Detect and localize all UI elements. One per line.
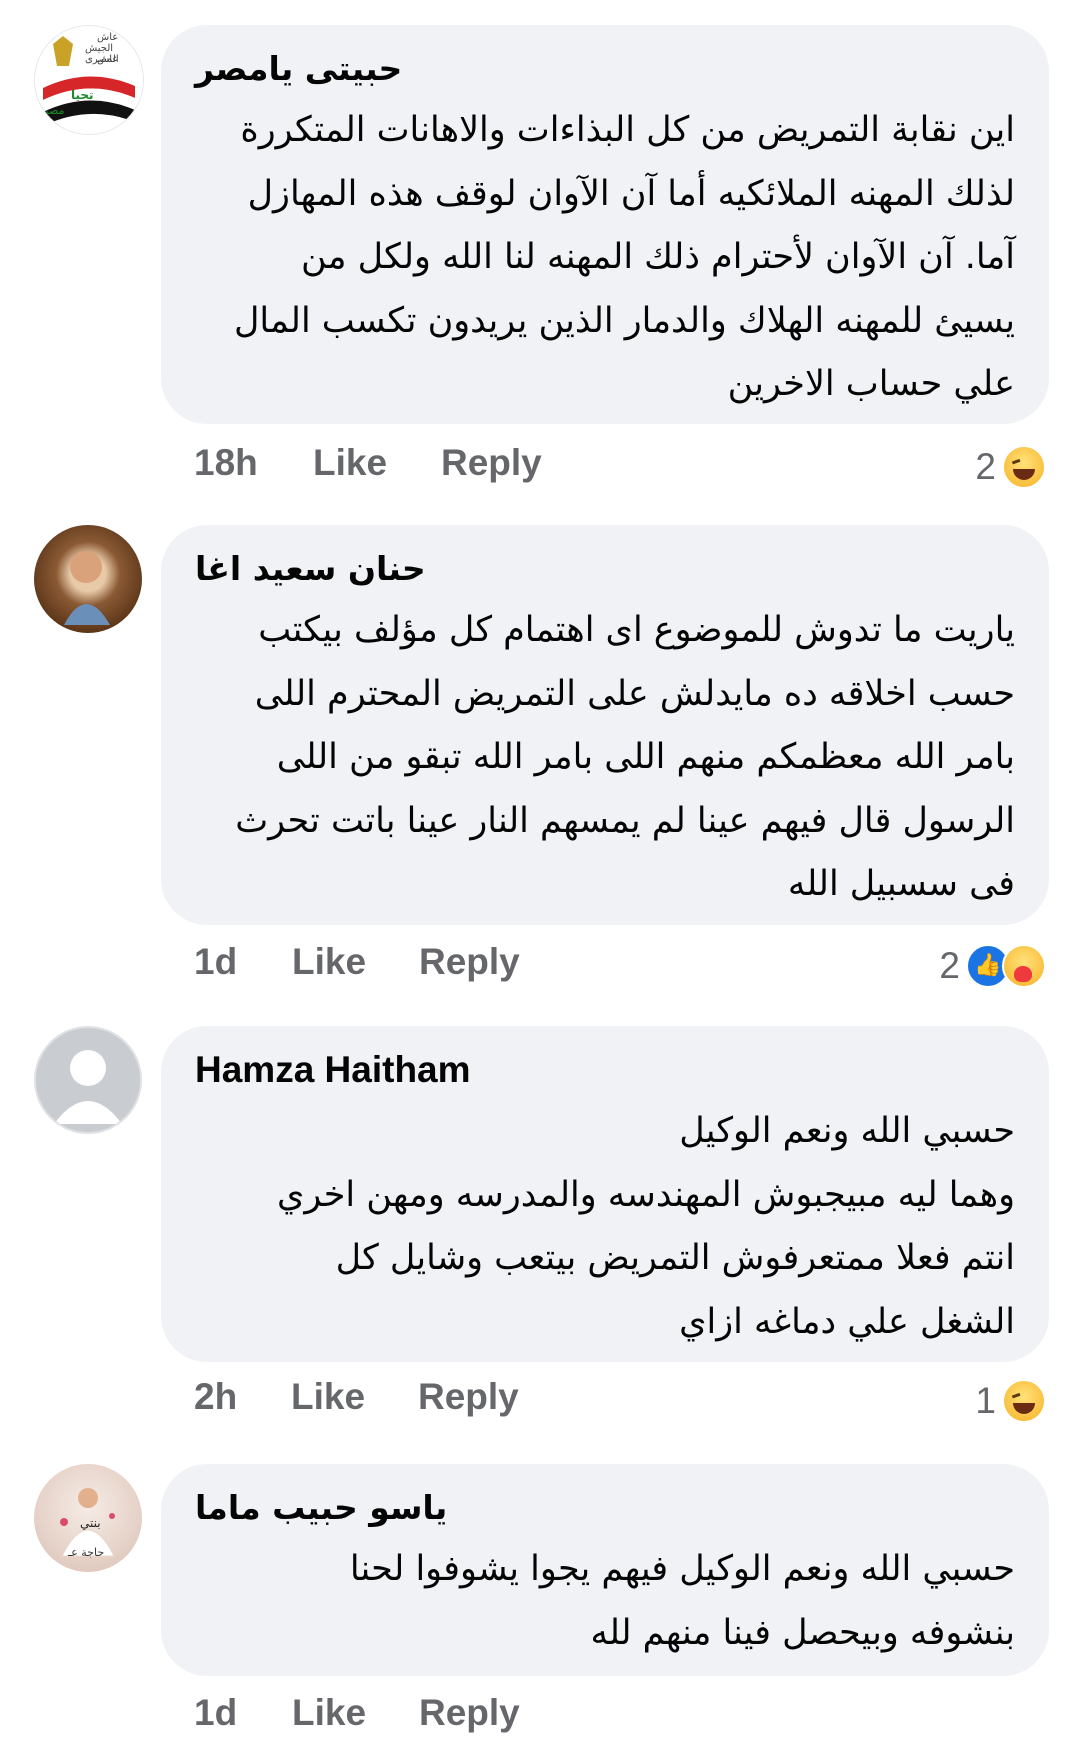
avatar[interactable] — [34, 525, 142, 633]
avatar-caption: تحيا — [71, 88, 94, 102]
comment-text: حسبي الله ونعم الوكيل فيهم يجوا يشوفوا ل… — [195, 1538, 1015, 1665]
comment-bubble: ياسو حبيب ماما حسبي الله ونعم الوكيل فيه… — [161, 1464, 1049, 1676]
haha-reaction-icon — [1002, 445, 1046, 489]
avatar-caption: حاجة عـ — [68, 1546, 105, 1559]
comment-line: فى سسبيل الله — [787, 864, 1015, 904]
comment-line: اين نقابة التمريض من كل البذاءات والاهان… — [240, 110, 1015, 150]
like-button[interactable]: Like — [292, 941, 366, 983]
reactions-summary[interactable]: 2 — [975, 442, 1046, 492]
reply-button[interactable]: Reply — [419, 1692, 520, 1734]
reply-button[interactable]: Reply — [418, 1376, 519, 1418]
like-button[interactable]: Like — [292, 1692, 366, 1734]
comment-line: وهما ليه مبيجبوش المهندسه والمدرسه ومهن … — [277, 1174, 1015, 1215]
comment-line: حسبي الله ونعم الوكيل فيهم يجوا يشوفوا ل… — [349, 1549, 1015, 1589]
avatar[interactable]: بنتي حاجة عـ — [34, 1464, 142, 1572]
haha-reaction-icon — [1002, 1379, 1046, 1423]
comment-timestamp[interactable]: 2h — [194, 1376, 237, 1418]
comment-text: اين نقابة التمريض من كل البذاءات والاهان… — [195, 99, 1015, 417]
comment-line: ياريت ما تدوش للموضوع اى اهتمام كل مؤلف … — [258, 610, 1015, 650]
comment-author[interactable]: حنان سعيد اغا — [195, 547, 1015, 591]
comment-bubble: حبيتى يامصر اين نقابة التمريض من كل البذ… — [161, 25, 1049, 424]
comment-author[interactable]: ياسو حبيب ماما — [195, 1486, 1015, 1530]
comment-line: بامر الله معظمكم منهم اللى بامر الله تبق… — [276, 737, 1015, 777]
comment-line: الشغل علي دماغه ازاي — [679, 1301, 1015, 1342]
comment-author[interactable]: Hamza Haitham — [195, 1048, 1015, 1092]
comment-line: علي حساب الاخرين — [727, 364, 1015, 404]
comment-bubble: Hamza Haitham حسبي الله ونعم الوكيل وهما… — [161, 1026, 1049, 1362]
comment-timestamp[interactable]: 1d — [194, 1692, 237, 1734]
comment-line: يسيئ للمهنه الهلاك والدمار الذين يريدون … — [233, 300, 1015, 341]
default-profile-icon — [54, 1050, 122, 1124]
reaction-count: 1 — [975, 1380, 996, 1421]
avatar[interactable]: عاش الجيش المصرى عاش تحيا مصر — [34, 25, 144, 135]
like-button[interactable]: Like — [313, 442, 387, 484]
comment-line: بنشوفه وبيحصل فينا منهم لله — [590, 1612, 1015, 1653]
reply-button[interactable]: Reply — [441, 442, 542, 484]
comment-text: حسبي الله ونعم الوكيل وهما ليه مبيجبوش ا… — [195, 1100, 1015, 1354]
reply-button[interactable]: Reply — [419, 941, 520, 983]
comment-timestamp[interactable]: 1d — [194, 941, 237, 983]
comment-line: آما. آن الآوان لأحترام ذلك المهنه لنا ال… — [301, 237, 1015, 277]
avatar-caption: عاش — [97, 32, 119, 43]
comment-actions: 2h Like Reply — [194, 1376, 794, 1426]
comment-text: ياريت ما تدوش للموضوع اى اهتمام كل مؤلف … — [195, 599, 1015, 917]
comment-line: لذلك المهنه الملائكيه أما آن الآوان لوقف… — [247, 173, 1015, 214]
comment-timestamp[interactable]: 18h — [194, 442, 258, 484]
reactions-summary[interactable]: 2 👍 — [939, 941, 1046, 991]
avatar[interactable] — [34, 1026, 142, 1134]
reaction-count: 2 — [975, 446, 996, 487]
comment-line: الرسول قال فيهم عينا لم يمسهم النار عينا… — [235, 800, 1015, 841]
comment-line: انتم فعلا ممتعرفوش التمريض بيتعب وشايل ك… — [335, 1238, 1015, 1278]
like-button[interactable]: Like — [291, 1376, 365, 1418]
comment-line: حسبي الله ونعم الوكيل — [679, 1111, 1015, 1151]
comment-actions: 1d Like Reply — [194, 941, 794, 991]
comment-bubble: حنان سعيد اغا ياريت ما تدوش للموضوع اى ا… — [161, 525, 1049, 925]
comment-actions: 18h Like Reply — [194, 442, 794, 492]
comment-actions: 1d Like Reply — [194, 1692, 794, 1742]
avatar-caption: مصر — [43, 104, 65, 117]
comment-author[interactable]: حبيتى يامصر — [195, 47, 1015, 91]
reaction-count: 2 — [939, 945, 960, 986]
comment-line: حسب اخلاقه ده مايدلش على التمريض المحترم… — [254, 673, 1015, 714]
child-photo-icon — [64, 551, 110, 625]
care-reaction-icon — [1002, 944, 1046, 988]
avatar-caption: عاش — [97, 54, 119, 65]
avatar-caption: بنتي — [80, 1516, 101, 1530]
reactions-summary[interactable]: 1 — [975, 1376, 1046, 1426]
